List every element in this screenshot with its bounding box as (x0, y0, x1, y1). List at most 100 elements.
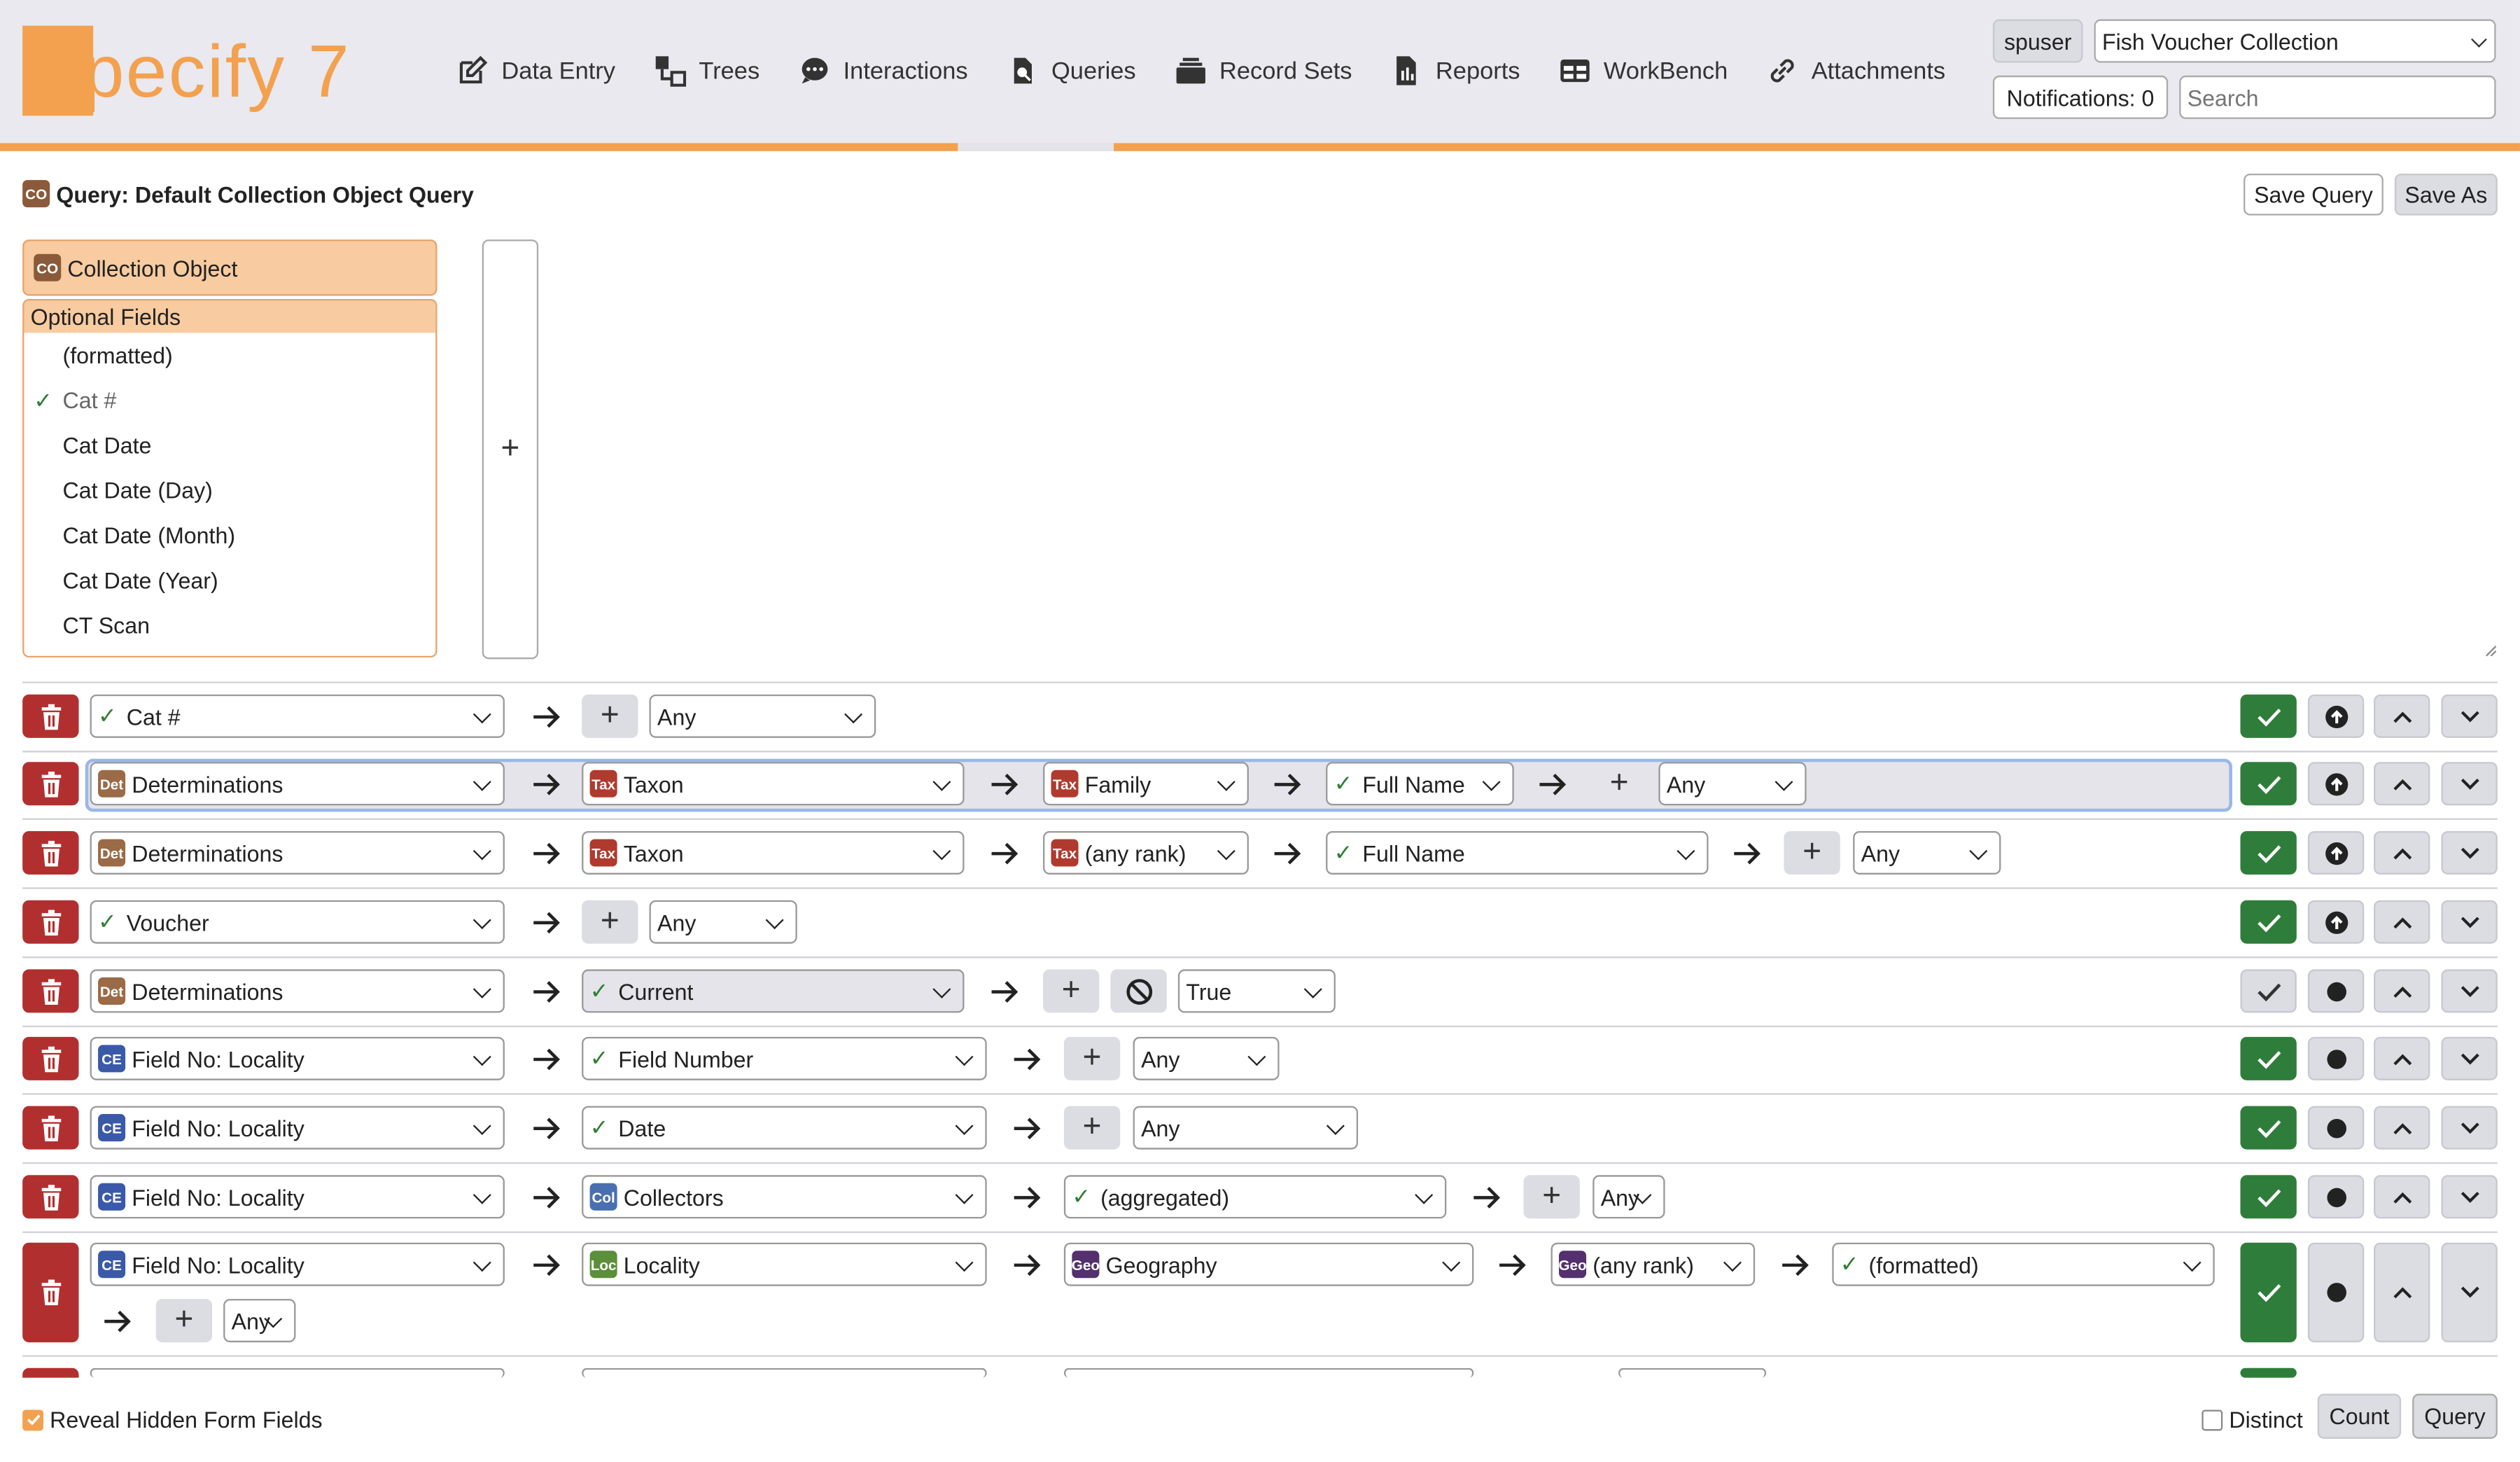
display-toggle-button[interactable] (2240, 762, 2297, 806)
delete-line-button[interactable] (22, 762, 79, 806)
table-header[interactable]: CO Collection Object (22, 239, 438, 296)
field-select[interactable] (582, 1367, 987, 1378)
sort-button[interactable] (2307, 694, 2365, 738)
nav-interactions[interactable]: Interactions (798, 48, 983, 93)
move-down-button[interactable] (2441, 900, 2498, 944)
move-up-button[interactable] (2374, 1175, 2430, 1219)
delete-line-button[interactable] (22, 1175, 79, 1219)
move-up-button[interactable] (2374, 1106, 2430, 1150)
reveal-hidden-toggle[interactable]: Reveal Hidden Form Fields (22, 1407, 323, 1433)
display-toggle-button[interactable] (2240, 830, 2297, 875)
checkbox-icon[interactable] (2202, 1409, 2223, 1430)
move-down-button[interactable] (2441, 969, 2498, 1013)
delete-line-button[interactable] (22, 900, 79, 944)
field-select[interactable]: ✓ (aggregated) (1063, 1175, 1447, 1219)
sort-button[interactable] (2307, 969, 2365, 1013)
field-select[interactable]: Any (1133, 1106, 1359, 1150)
user-menu-button[interactable]: spuser (1992, 19, 2083, 63)
sort-button[interactable] (2307, 900, 2365, 944)
nav-reports[interactable]: Reports (1391, 48, 1536, 93)
count-button[interactable]: Count (2317, 1393, 2402, 1439)
delete-line-button[interactable] (22, 1106, 79, 1150)
field-select[interactable]: CE Field No: Locality (90, 1175, 505, 1219)
nav-trees[interactable]: Trees (654, 48, 776, 93)
sort-button[interactable] (2307, 1175, 2365, 1219)
move-down-button[interactable] (2441, 830, 2498, 875)
delete-line-button[interactable] (22, 969, 79, 1013)
display-toggle-button[interactable] (2240, 900, 2297, 944)
add-filter-button[interactable]: + (582, 900, 638, 944)
search-input[interactable] (2179, 75, 2496, 119)
delete-line-button[interactable] (22, 694, 79, 738)
field-select[interactable]: Geo (any rank) (1550, 1242, 1756, 1286)
field-select[interactable]: Any (223, 1299, 296, 1343)
add-filter-button[interactable]: + (1784, 830, 1840, 875)
nav-workbench[interactable]: WorkBench (1559, 48, 1744, 93)
move-up-button[interactable] (2374, 762, 2430, 806)
field-select[interactable]: Any (1853, 830, 2001, 875)
field-select[interactable]: ✓ Full Name (1326, 762, 1514, 806)
field-select[interactable] (1618, 1367, 1767, 1378)
move-up-button[interactable] (2374, 694, 2430, 738)
add-filter-button[interactable]: + (1063, 1036, 1121, 1080)
negate-filter-button[interactable] (1110, 969, 1167, 1013)
save-query-button[interactable]: Save Query (2244, 173, 2384, 216)
resize-handle-icon[interactable] (2484, 645, 2497, 657)
field-select[interactable]: True (1177, 969, 1336, 1013)
field-select[interactable]: ✓ Voucher (90, 900, 505, 944)
field-item[interactable]: (formatted) (24, 333, 435, 377)
move-down-button[interactable] (2441, 1175, 2498, 1219)
add-filter-button[interactable]: + (1063, 1106, 1121, 1150)
display-toggle-button[interactable] (2240, 1175, 2297, 1219)
sort-button[interactable] (2307, 1242, 2365, 1343)
field-select[interactable] (1063, 1367, 1474, 1378)
delete-line-button[interactable] (22, 830, 79, 875)
sort-button[interactable] (2307, 830, 2365, 875)
move-up-button[interactable] (2374, 1036, 2430, 1080)
checkbox-checked-icon[interactable] (22, 1409, 43, 1430)
delete-line-button[interactable] (22, 1242, 79, 1343)
field-select[interactable]: Tax Taxon (582, 830, 965, 875)
display-toggle-button[interactable] (2240, 969, 2297, 1013)
move-down-button[interactable] (2441, 1242, 2498, 1343)
field-item[interactable]: Cat Date (Day) (24, 468, 435, 513)
field-select[interactable]: ✓ (formatted) (1832, 1242, 2215, 1286)
display-toggle-button[interactable] (2240, 1367, 2297, 1378)
field-item[interactable]: Cat Date (Year) (24, 558, 435, 603)
field-select[interactable]: ✓ Field Number (582, 1036, 987, 1080)
sort-button[interactable] (2307, 1106, 2365, 1150)
nav-queries[interactable]: Queries (1007, 48, 1152, 93)
field-item[interactable]: Cat Date (24, 423, 435, 468)
display-toggle-button[interactable] (2240, 1106, 2297, 1150)
field-select[interactable]: Any (1133, 1036, 1280, 1080)
add-filter-button[interactable]: + (155, 1299, 213, 1343)
move-down-button[interactable] (2441, 1036, 2498, 1080)
nav-record-sets[interactable]: Record Sets (1175, 48, 1368, 93)
sort-button[interactable] (2307, 762, 2365, 806)
display-toggle-button[interactable] (2240, 1036, 2297, 1080)
field-select[interactable]: Tax Taxon (582, 762, 965, 806)
move-down-button[interactable] (2441, 694, 2498, 738)
field-select[interactable]: Any (649, 694, 876, 738)
field-item[interactable]: ✓ Cat # (24, 378, 435, 423)
specify-logo[interactable]: Specify 7 (22, 22, 351, 119)
field-select[interactable]: CE Field No: Locality (90, 1106, 505, 1150)
add-filter-button[interactable]: + (1591, 762, 1647, 805)
field-select[interactable]: ✓ Cat # (90, 694, 505, 738)
move-up-button[interactable] (2374, 1242, 2430, 1343)
field-select[interactable]: ✓ Full Name (1326, 830, 1709, 875)
collection-select[interactable]: Fish Voucher Collection (2094, 19, 2496, 63)
field-select[interactable]: ✓ Current (582, 969, 965, 1013)
field-select[interactable]: Any (1592, 1175, 1665, 1219)
move-up-button[interactable] (2374, 830, 2430, 875)
field-item[interactable]: CT Scan (24, 603, 435, 648)
field-select[interactable]: ✓ Date (582, 1106, 987, 1150)
nav-attachments[interactable]: Attachments (1766, 48, 1961, 93)
query-button[interactable]: Query (2412, 1393, 2498, 1439)
move-up-button[interactable] (2374, 900, 2430, 944)
move-up-button[interactable] (2374, 969, 2430, 1013)
field-select[interactable]: Det Determinations (90, 830, 505, 875)
field-select[interactable]: Any (649, 900, 797, 944)
delete-line-button[interactable] (22, 1367, 79, 1378)
move-down-button[interactable] (2441, 762, 2498, 806)
